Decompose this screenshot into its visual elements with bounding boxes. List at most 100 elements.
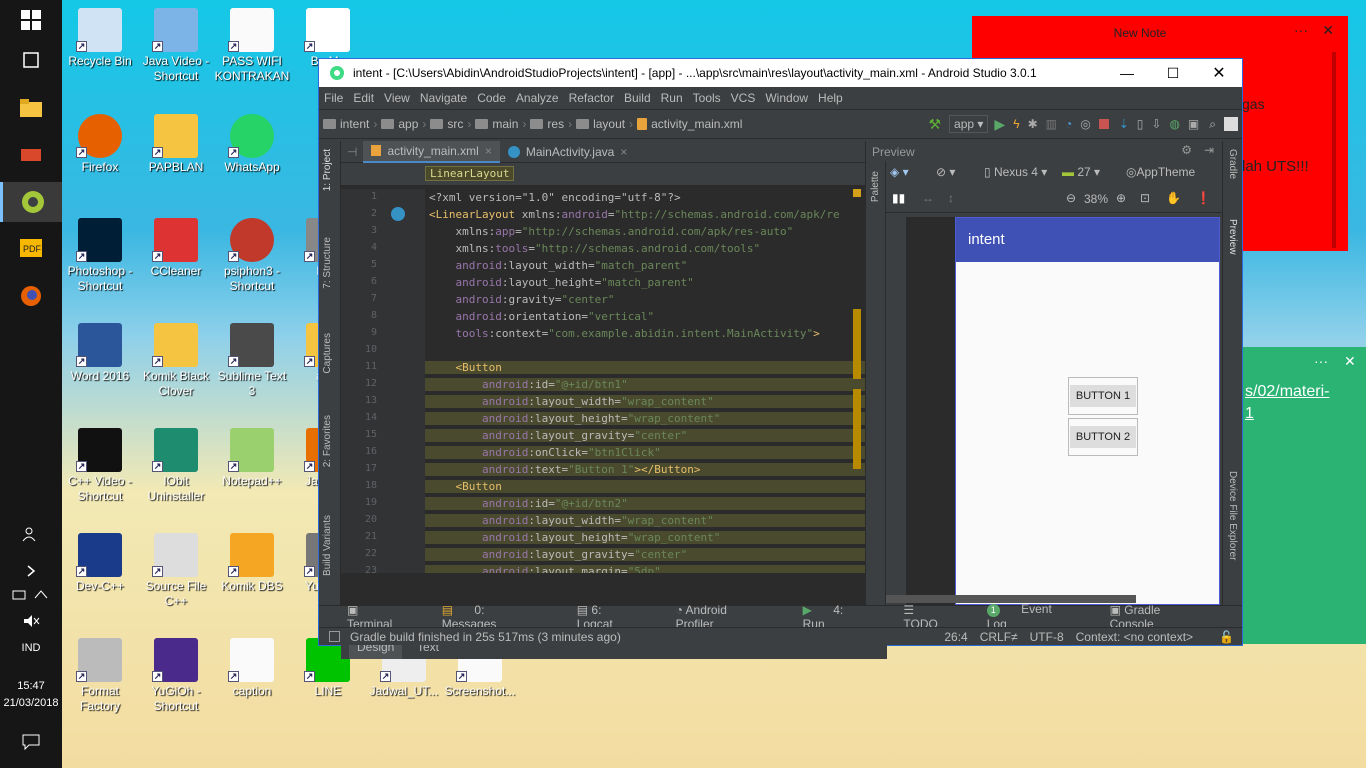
sdk-manager-icon[interactable]: ⇩	[1151, 117, 1161, 131]
layers-icon[interactable]: ◈ ▾	[890, 165, 909, 179]
tab-preview[interactable]: Preview	[1227, 219, 1238, 255]
status-message[interactable]: Gradle build finished in 25s 517ms (3 mi…	[350, 630, 944, 644]
note-close-icon[interactable]: ✕	[1344, 353, 1356, 370]
close-button[interactable]: ✕	[1196, 63, 1242, 83]
breadcrumb-item[interactable]: activity_main.xml	[633, 117, 746, 131]
desktop-icon-pass-wifi[interactable]: ↗ PASS WIFI KONTRAKAN	[214, 8, 290, 84]
clock-date[interactable]: 21/03/2018	[0, 697, 62, 709]
desktop-icon-word[interactable]: ↗ Word 2016	[62, 323, 138, 384]
button-1[interactable]: BUTTON 1	[1068, 377, 1138, 415]
breadcrumb-item[interactable]: layout	[572, 117, 629, 131]
desktop-icon-iobit[interactable]: ↗ IObit Uninstaller	[138, 428, 214, 504]
menu-code[interactable]: Code	[472, 91, 511, 105]
desktop-icon-sublime[interactable]: ↗ Sublime Text 3	[214, 323, 290, 399]
desktop-icon-yugioh[interactable]: ↗ YuGiOh - Shortcut	[138, 638, 214, 714]
desktop-icon-komik-dbs[interactable]: ↗ Komik DBS	[214, 533, 290, 594]
note-link-2[interactable]: 1	[1245, 405, 1254, 423]
clock-time[interactable]: 15:47	[0, 680, 62, 692]
input-language[interactable]: IND	[0, 642, 62, 654]
split-icon[interactable]: ⊣	[341, 145, 363, 159]
taskbar-file-explorer[interactable]	[0, 88, 62, 128]
desktop-icon-komik-black-clover[interactable]: ↗ Komik Black Clover	[138, 323, 214, 399]
tab-project[interactable]: 1: Project	[322, 149, 333, 191]
user-avatar-icon[interactable]	[1224, 117, 1238, 131]
desktop-icon-recycle-bin[interactable]: ↗ Recycle Bin	[62, 8, 138, 69]
warning-icon[interactable]: ❗	[1196, 191, 1211, 205]
desktop-icon-cpp-video[interactable]: ↗ C++ Video - Shortcut	[62, 428, 138, 504]
breadcrumb-item[interactable]: intent	[319, 117, 373, 131]
tab-captures[interactable]: Captures	[322, 333, 333, 374]
zoom-fit-icon[interactable]: ⊡	[1140, 191, 1150, 205]
device-select[interactable]: ▯ Nexus 4 ▾	[984, 165, 1047, 179]
close-tab-icon[interactable]: ×	[620, 145, 627, 159]
attach-debugger-icon[interactable]: ◔	[1065, 117, 1072, 131]
menu-vcs[interactable]: VCS	[726, 91, 761, 105]
tab-favorites[interactable]: 2: Favorites	[322, 415, 333, 467]
zoom-out-icon[interactable]: ⊖	[1066, 191, 1076, 205]
lock-icon[interactable]: 🔓	[1219, 630, 1234, 644]
taskbar-android-studio[interactable]	[0, 182, 62, 222]
tab-main-activity[interactable]: MainActivity.java ×	[500, 141, 636, 163]
note-menu-icon[interactable]: ···	[1314, 353, 1328, 369]
taskbar-pdf-app[interactable]: PDF	[0, 228, 62, 268]
breadcrumb-item[interactable]: src	[426, 117, 467, 131]
project-structure-icon[interactable]: ▣	[1188, 117, 1199, 131]
sticky-note-green[interactable]: ··· ✕ s/02/materi- 1	[1242, 347, 1366, 644]
menu-build[interactable]: Build	[619, 91, 656, 105]
desktop-icon-photoshop[interactable]: ↗ Photoshop - Shortcut	[62, 218, 138, 294]
task-view-button[interactable]	[0, 40, 62, 80]
file-encoding[interactable]: UTF-8	[1030, 630, 1064, 644]
design-surface-icon[interactable]: ▮▮	[892, 191, 905, 205]
search-icon[interactable]: ⌕	[1209, 117, 1216, 132]
taskbar-firefox[interactable]	[0, 276, 62, 316]
menu-help[interactable]: Help	[813, 91, 848, 105]
make-project-icon[interactable]: ⚒	[928, 116, 941, 133]
tab-palette[interactable]: Palette	[870, 171, 881, 202]
menu-tools[interactable]: Tools	[688, 91, 726, 105]
minimize-button[interactable]: —	[1104, 65, 1150, 81]
desktop-icon-whatsapp[interactable]: ↗ WhatsApp	[214, 114, 290, 175]
api-select[interactable]: ▬ 27 ▾	[1062, 165, 1100, 179]
orientation-icon[interactable]: ⊘ ▾	[936, 165, 955, 179]
breadcrumb-item[interactable]: app	[377, 117, 422, 131]
desktop-icon-java-video[interactable]: ↗ Java Video - Shortcut	[138, 8, 214, 84]
menu-navigate[interactable]: Navigate	[415, 91, 472, 105]
title-bar[interactable]: intent - [C:\Users\Abidin\AndroidStudioP…	[319, 59, 1242, 87]
note-scrollbar[interactable]	[1332, 52, 1336, 248]
apply-changes-icon[interactable]: ϟ	[1013, 117, 1019, 131]
desktop-icon-format-factory[interactable]: ↗ Format Factory	[62, 638, 138, 714]
start-button[interactable]	[0, 0, 62, 40]
action-center-button[interactable]	[0, 722, 62, 762]
theme-select[interactable]: ◎AppTheme	[1126, 165, 1195, 179]
button-2[interactable]: BUTTON 2	[1068, 418, 1138, 456]
menu-edit[interactable]: Edit	[348, 91, 379, 105]
desktop-icon-caption[interactable]: ↗ caption	[214, 638, 290, 699]
desktop-icon-papblan[interactable]: ↗ PAPBLAN	[138, 114, 214, 175]
profile-icon[interactable]: ▥	[1046, 117, 1057, 131]
maximize-button[interactable]: ☐	[1150, 65, 1196, 82]
breadcrumb-item[interactable]: main	[471, 117, 522, 131]
tab-activity-main[interactable]: activity_main.xml ×	[363, 140, 500, 163]
tab-device-file-explorer[interactable]: Device File Explorer	[1227, 471, 1238, 560]
stop-icon[interactable]	[1098, 119, 1109, 129]
run-config-select[interactable]: app ▾	[949, 115, 989, 133]
menu-file[interactable]: File	[319, 91, 348, 105]
tab-gradle[interactable]: Gradle	[1227, 149, 1238, 179]
menu-window[interactable]: Window	[760, 91, 813, 105]
desktop-icon-source-file[interactable]: ↗ Source File C++	[138, 533, 214, 609]
desktop-icon-ccleaner[interactable]: ↗ CCleaner	[138, 218, 214, 279]
code-area[interactable]: <?xml version="1.0" encoding="utf-8"?> <L…	[425, 189, 865, 573]
taskbar-book-app[interactable]	[0, 134, 62, 174]
desktop-icon-psiphon[interactable]: ↗ psiphon3 - Shortcut	[214, 218, 290, 294]
note-menu-icon[interactable]: ···	[1294, 22, 1308, 38]
sync-gradle-icon[interactable]: ⇣	[1119, 117, 1129, 131]
context[interactable]: Context: <no context>	[1076, 630, 1193, 644]
menu-refactor[interactable]: Refactor	[564, 91, 619, 105]
volume-button[interactable]	[0, 608, 62, 634]
hide-panel-icon[interactable]: ⇥	[1204, 143, 1214, 157]
xml-breadcrumb[interactable]: LinearLayout	[425, 166, 515, 181]
pan-hand-icon[interactable]: ✋	[1166, 191, 1181, 205]
menu-run[interactable]: Run	[656, 91, 688, 105]
breadcrumb-item[interactable]: res	[526, 117, 568, 131]
tab-structure[interactable]: 7: Structure	[322, 237, 333, 289]
